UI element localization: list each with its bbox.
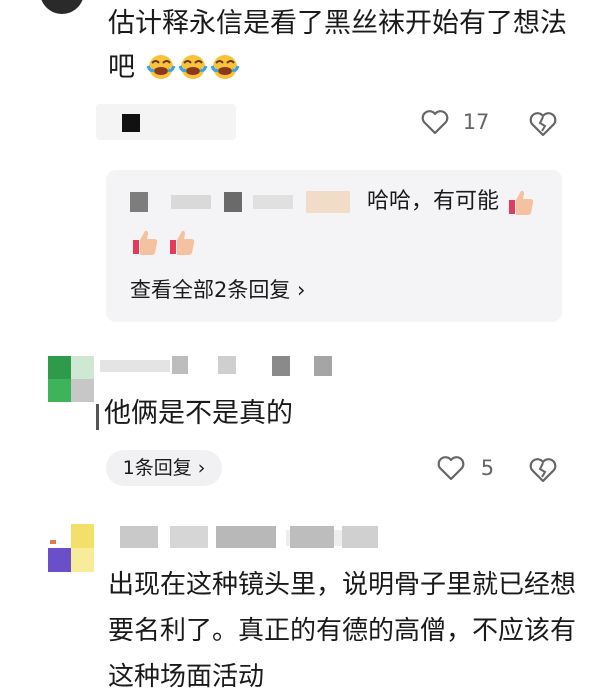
avatar[interactable] [48,524,94,572]
like-count: 5 [480,456,495,480]
heart-icon [421,110,449,135]
divider [96,404,99,430]
redaction-block [218,356,236,374]
comment-text: 他俩是不是真的 [104,398,293,429]
broken-heart-icon[interactable] [528,110,558,138]
redaction-block [290,526,334,548]
redaction-block [342,526,378,548]
broken-heart-icon[interactable] [528,456,558,484]
comment-text: 出现在这种镜头里，说明骨子里就已经想要名利了。真正的有德的高僧，不应该有这种场面… [108,570,577,692]
laugh-cry-emoji-icon [178,55,208,79]
reply-text: 哈哈，有可能 [367,189,500,214]
redacted-username [96,104,236,140]
like-button[interactable]: 17 [420,108,489,136]
redaction-block [172,356,188,374]
reply-preview: 哈哈，有可能 [130,182,550,262]
view-replies-button[interactable]: 1条回复 › [106,450,222,486]
thumbs-up-icon [133,230,158,255]
redaction-block [100,360,170,372]
replies-box: 哈哈，有可能 查看全部2条回复 › [106,170,562,322]
thumbs-up-icon [509,190,534,215]
view-all-replies-link[interactable]: 查看全部2条回复 › [130,274,305,304]
redaction-block [120,526,158,548]
redaction-block [272,356,290,376]
redaction-block [306,191,350,213]
redaction-block [122,114,140,132]
redaction-block [170,526,208,548]
redaction-block [130,192,148,212]
laugh-cry-emoji-icon [210,55,240,79]
thumbs-up-icon [170,230,195,255]
redaction-block [171,195,211,209]
redaction-block [314,356,332,376]
like-button[interactable]: 5 [436,454,494,482]
redaction-block [216,526,276,548]
laugh-cry-emoji-icon [146,55,176,79]
redacted-username [120,526,460,550]
redaction-block [253,195,293,209]
avatar[interactable] [48,356,94,402]
avatar[interactable] [40,0,84,14]
like-count: 17 [462,110,490,134]
heart-icon [437,456,465,481]
redacted-username [100,356,340,382]
comment-text: 估计释永信是看了黑丝袜开始有了想法吧 [108,2,578,90]
redaction-block [224,192,242,212]
